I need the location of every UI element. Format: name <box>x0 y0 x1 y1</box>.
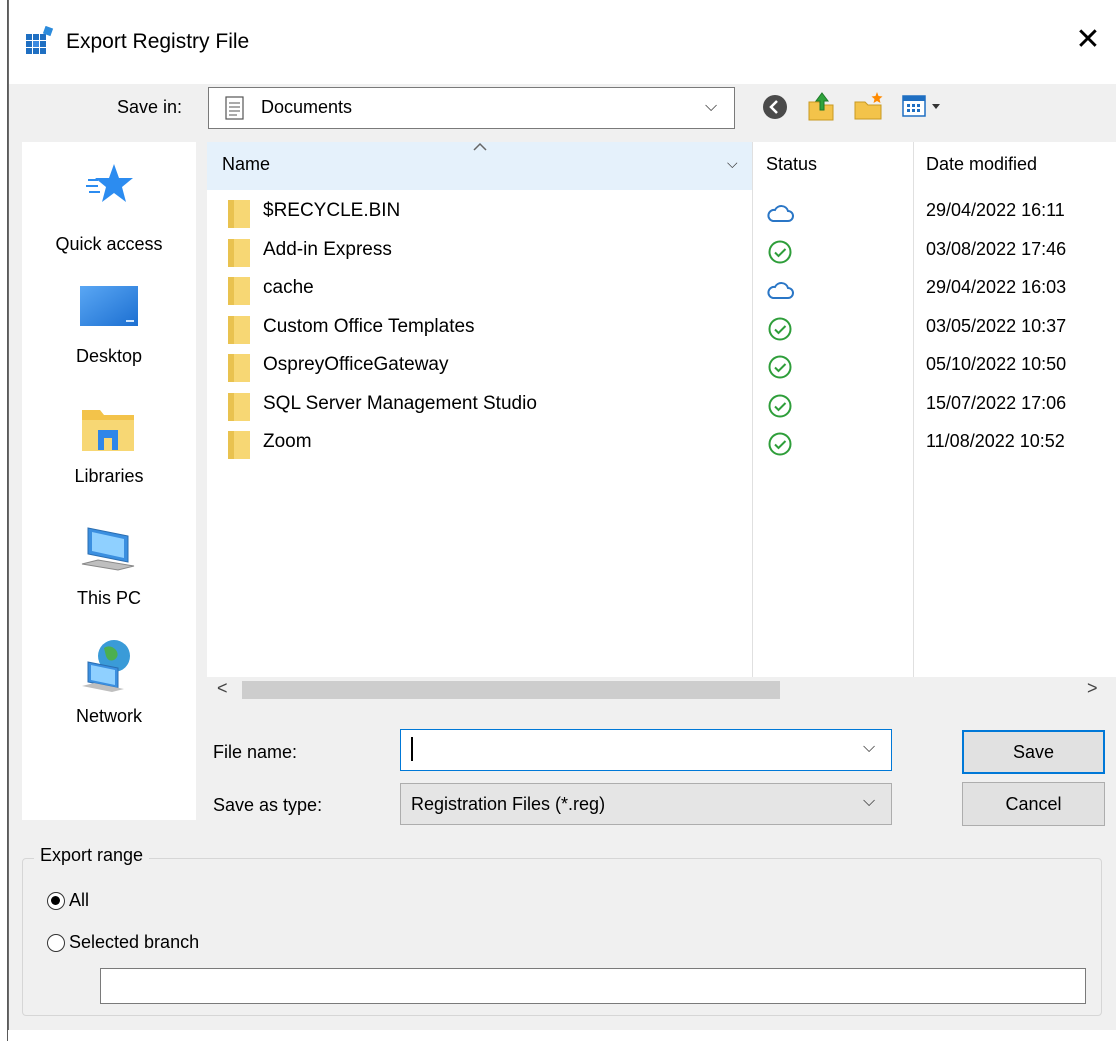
horizontal-scrollbar[interactable]: < > <box>207 677 1116 703</box>
folder-icon <box>228 431 250 459</box>
folder-icon <box>228 315 250 344</box>
date-modified-cell: 29/04/2022 16:03 <box>926 277 1067 297</box>
folder-icon <box>228 354 250 382</box>
folder-icon <box>228 277 250 305</box>
column-header-date[interactable]: Date modified <box>926 154 1037 175</box>
radio-all[interactable]: All <box>47 890 207 916</box>
date-modified-cell: 15/07/2022 17:06 <box>926 392 1067 413</box>
close-button[interactable]: ✕ <box>1070 22 1106 58</box>
export-range-title: Export range <box>34 845 150 866</box>
sort-ascending-icon <box>473 142 487 151</box>
file-name-cell: Add-in Express <box>263 238 392 260</box>
quick-access-star-icon <box>86 164 133 202</box>
date-modified-cell: 29/04/2022 16:11 <box>926 200 1065 220</box>
place-this-pc[interactable]: This PC <box>22 512 196 626</box>
documents-icon <box>225 96 244 120</box>
radio-selected-dot <box>51 896 60 905</box>
synced-check-icon <box>768 394 792 417</box>
place-libraries[interactable]: Libraries <box>22 392 196 506</box>
radio-label: Selected branch <box>69 932 200 952</box>
view-menu-icon[interactable] <box>902 94 946 120</box>
network-icon <box>82 640 130 692</box>
file-name-cell: Custom Office Templates <box>263 315 475 337</box>
save-as-type-label: Save as type: <box>213 795 323 815</box>
back-icon[interactable] <box>762 94 788 120</box>
cloud-status-icon <box>767 282 794 299</box>
place-quick-access[interactable]: Quick access <box>22 150 196 264</box>
synced-check-icon <box>768 355 792 379</box>
scroll-left-arrow[interactable]: < <box>217 678 228 699</box>
places-bar: Quick access Desktop Libraries This PC N… <box>22 142 196 820</box>
date-modified-cell: 03/08/2022 17:46 <box>926 238 1067 259</box>
chevron-down-icon: ⌵ <box>863 793 876 810</box>
column-dropdown-icon[interactable]: ⌵ <box>727 155 738 172</box>
libraries-icon <box>82 410 134 451</box>
scrollbar-thumb[interactable] <box>242 681 780 699</box>
chevron-down-icon: ⌵ <box>705 98 718 115</box>
file-name-label: File name: <box>213 742 298 762</box>
synced-check-icon <box>768 432 792 456</box>
file-name-cell: $RECYCLE.BIN <box>263 200 401 221</box>
file-name-combobox[interactable]: ⌵ <box>400 729 892 771</box>
cancel-button[interactable]: Cancel <box>962 782 1105 826</box>
window-title: Export Registry File <box>66 30 250 53</box>
radio-selected-branch[interactable]: Selected branch <box>47 932 307 958</box>
date-modified-cell: 03/05/2022 10:37 <box>926 315 1067 336</box>
scroll-right-arrow[interactable]: > <box>1087 678 1098 699</box>
save-in-label: Save in: <box>117 97 183 117</box>
place-desktop[interactable]: Desktop <box>22 272 196 386</box>
place-label: Desktop <box>75 346 143 366</box>
save-as-type-select[interactable]: Registration Files (*.reg) ⌵ <box>400 783 892 825</box>
file-name-cell: Zoom <box>263 431 312 452</box>
synced-check-icon <box>768 240 792 263</box>
folder-icon <box>228 238 250 267</box>
place-label: This PC <box>76 588 141 608</box>
column-header-status[interactable]: Status <box>766 154 817 175</box>
table-row[interactable]: SQL Server Management Studio 15/07/2022 1… <box>207 387 1116 425</box>
desktop-icon <box>80 286 138 326</box>
table-row[interactable]: Zoom 11/08/2022 10:52 <box>207 425 1116 463</box>
table-row[interactable]: $RECYCLE.BIN 29/04/2022 16:11 <box>207 194 1116 232</box>
selected-branch-input[interactable] <box>100 968 1086 1004</box>
place-network[interactable]: Network <box>22 632 196 746</box>
this-pc-icon <box>81 527 135 571</box>
new-folder-icon[interactable] <box>853 90 885 122</box>
background-window-edge <box>0 0 8 1041</box>
table-row[interactable]: cache 29/04/2022 16:03 <box>207 271 1116 309</box>
column-header-name[interactable]: Name <box>222 154 270 175</box>
radio-button[interactable] <box>47 892 65 910</box>
text-cursor <box>411 737 413 761</box>
save-in-combobox[interactable]: Documents ⌵ <box>208 87 735 129</box>
table-row[interactable]: OspreyOfficeGateway 05/10/2022 10:50 <box>207 348 1116 386</box>
synced-check-icon <box>768 317 792 340</box>
place-label: Network <box>75 706 142 726</box>
registry-app-icon <box>26 26 54 54</box>
file-name-cell: OspreyOfficeGateway <box>263 354 449 375</box>
file-name-cell: cache <box>263 277 314 298</box>
place-label: Quick access <box>55 234 163 254</box>
save-as-type-value: Registration Files (*.reg) <box>411 794 606 814</box>
radio-button[interactable] <box>47 934 65 952</box>
save-button[interactable]: Save <box>962 730 1105 774</box>
file-list[interactable]: Name ⌵ Status Date modified $RECYCLE.BIN… <box>207 142 1116 703</box>
date-modified-cell: 05/10/2022 10:50 <box>926 354 1067 374</box>
table-row[interactable]: Custom Office Templates 03/05/2022 10:37 <box>207 310 1116 348</box>
place-label: Libraries <box>74 466 144 486</box>
save-in-value: Documents <box>261 97 353 117</box>
up-folder-icon[interactable] <box>806 90 836 122</box>
folder-icon <box>228 200 250 228</box>
file-name-input[interactable] <box>409 736 853 764</box>
folder-icon <box>228 392 250 421</box>
chevron-down-icon[interactable]: ⌵ <box>863 739 875 757</box>
date-modified-cell: 11/08/2022 10:52 <box>926 431 1065 451</box>
cloud-status-icon <box>767 205 794 222</box>
table-row[interactable]: Add-in Express 03/08/2022 17:46 <box>207 233 1116 271</box>
file-name-cell: SQL Server Management Studio <box>263 392 537 414</box>
radio-label: All <box>69 890 90 910</box>
